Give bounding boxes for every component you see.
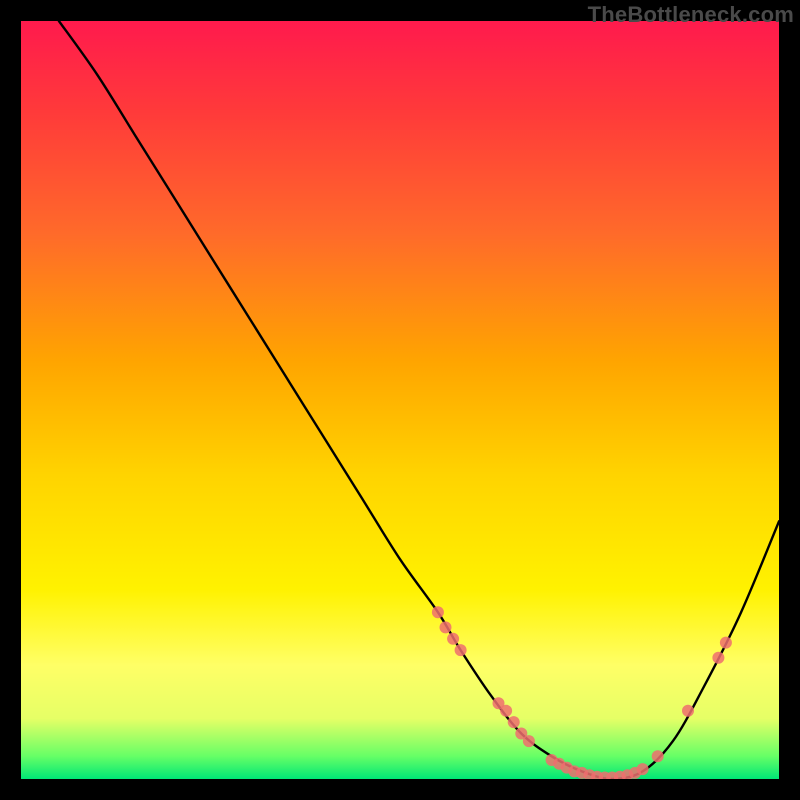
data-marker: [455, 644, 467, 656]
data-marker: [432, 606, 444, 618]
data-marker: [447, 633, 459, 645]
chart-svg: [21, 21, 779, 779]
data-marker: [500, 705, 512, 717]
data-marker: [712, 652, 724, 664]
data-marker: [682, 705, 694, 717]
data-marker: [508, 716, 520, 728]
data-marker: [652, 750, 664, 762]
data-marker: [440, 621, 452, 633]
data-marker: [523, 735, 535, 747]
data-marker: [720, 637, 732, 649]
data-marker: [637, 763, 649, 775]
curve-path: [59, 21, 779, 779]
marker-layer: [432, 606, 732, 779]
